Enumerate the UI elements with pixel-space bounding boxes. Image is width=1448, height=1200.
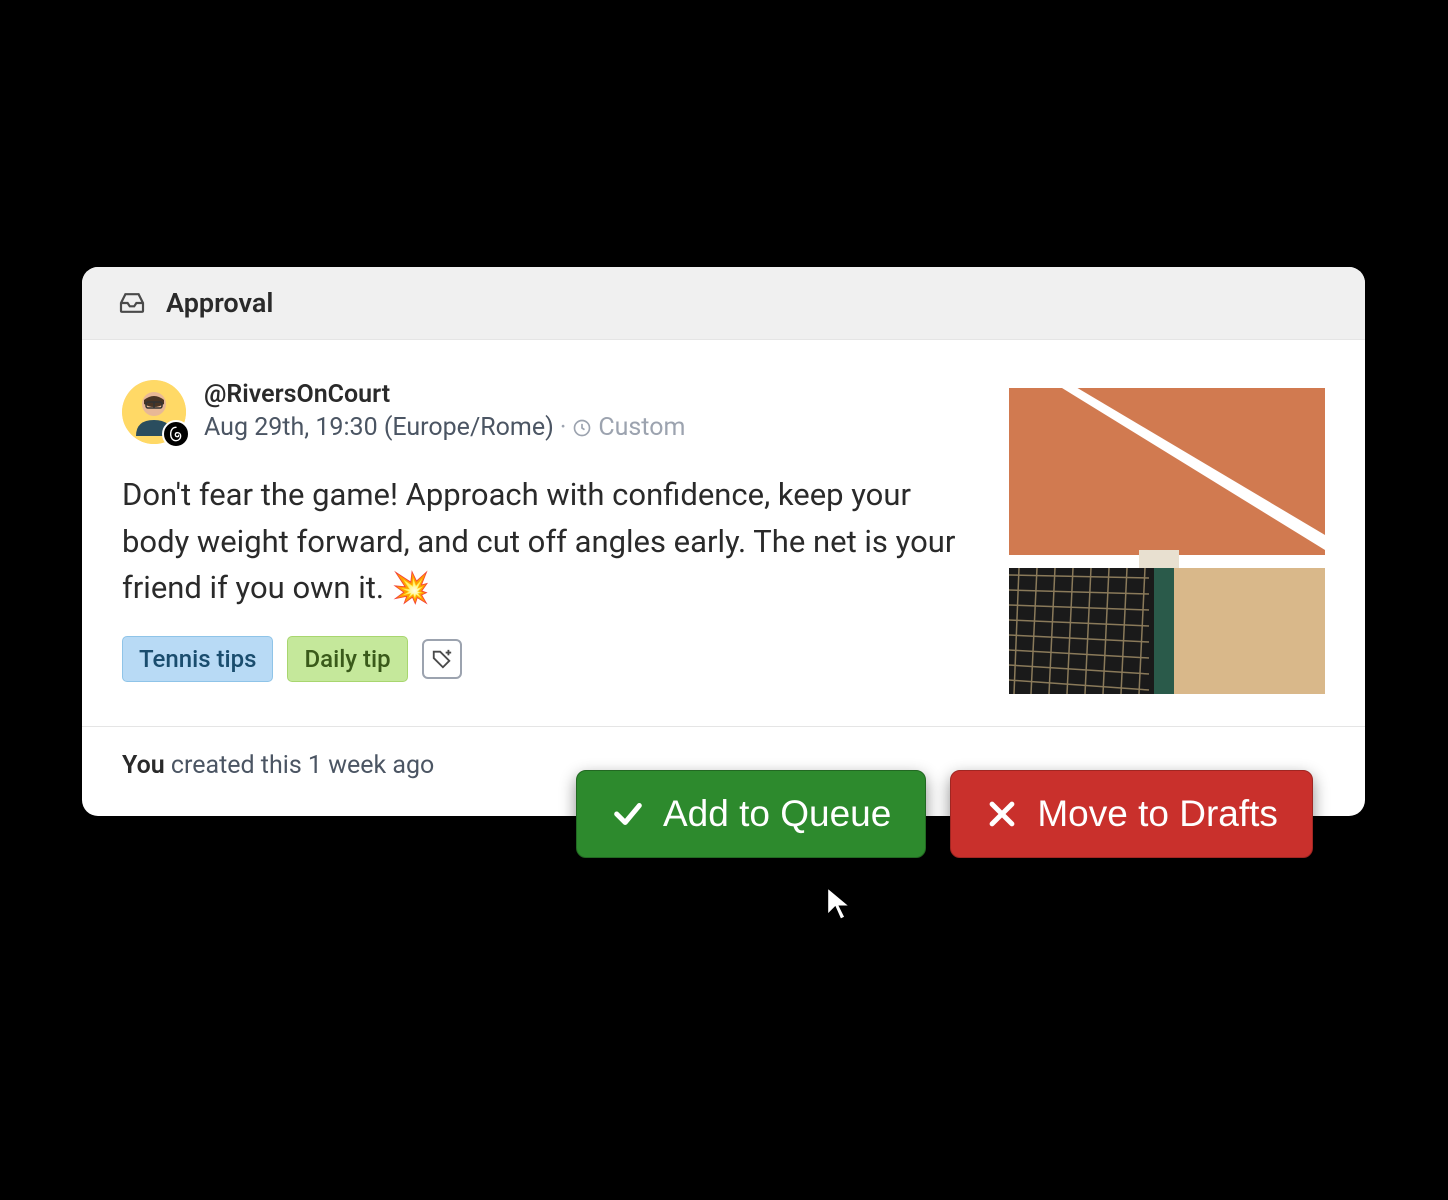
cursor-pointer-icon <box>822 884 856 924</box>
tag-row: Tennis tips Daily tip <box>122 636 969 682</box>
tag-daily-tip[interactable]: Daily tip <box>287 636 407 682</box>
post-date: Aug 29th, 19:30 (Europe/Rome) <box>204 413 554 442</box>
post-body: Don't fear the game! Approach with confi… <box>122 472 969 612</box>
inbox-icon <box>118 292 146 314</box>
post-header: @RiversOnCourt Aug 29th, 19:30 (Europe/R… <box>122 380 969 444</box>
add-tag-icon <box>431 648 453 670</box>
close-icon <box>985 797 1019 831</box>
action-buttons: Add to Queue Move to Drafts <box>576 770 1313 858</box>
move-to-drafts-label: Move to Drafts <box>1037 793 1278 835</box>
author-handle: @RiversOnCourt <box>204 380 685 409</box>
check-icon <box>611 797 645 831</box>
avatar <box>122 380 186 444</box>
header-title: Approval <box>166 287 273 319</box>
schedule-type: Custom <box>598 413 685 442</box>
move-to-drafts-button[interactable]: Move to Drafts <box>950 770 1313 858</box>
created-ago: created this 1 week ago <box>165 751 435 780</box>
created-info: You created this 1 week ago <box>122 751 434 780</box>
meta-separator: · <box>560 413 567 442</box>
created-by-you: You <box>122 751 165 780</box>
threads-badge-icon <box>162 420 190 448</box>
post-meta: @RiversOnCourt Aug 29th, 19:30 (Europe/R… <box>204 380 685 442</box>
add-to-queue-label: Add to Queue <box>663 793 891 835</box>
meta-line: Aug 29th, 19:30 (Europe/Rome) · Custom <box>204 413 685 442</box>
card-header: Approval <box>82 267 1365 340</box>
post-content: @RiversOnCourt Aug 29th, 19:30 (Europe/R… <box>122 380 969 694</box>
tag-tennis-tips[interactable]: Tennis tips <box>122 636 273 682</box>
add-tag-button[interactable] <box>422 639 462 679</box>
card-body: @RiversOnCourt Aug 29th, 19:30 (Europe/R… <box>82 340 1365 726</box>
approval-card: Approval <box>82 267 1365 816</box>
add-to-queue-button[interactable]: Add to Queue <box>576 770 926 858</box>
clock-icon <box>572 418 592 438</box>
post-attachment-image <box>1009 380 1325 694</box>
